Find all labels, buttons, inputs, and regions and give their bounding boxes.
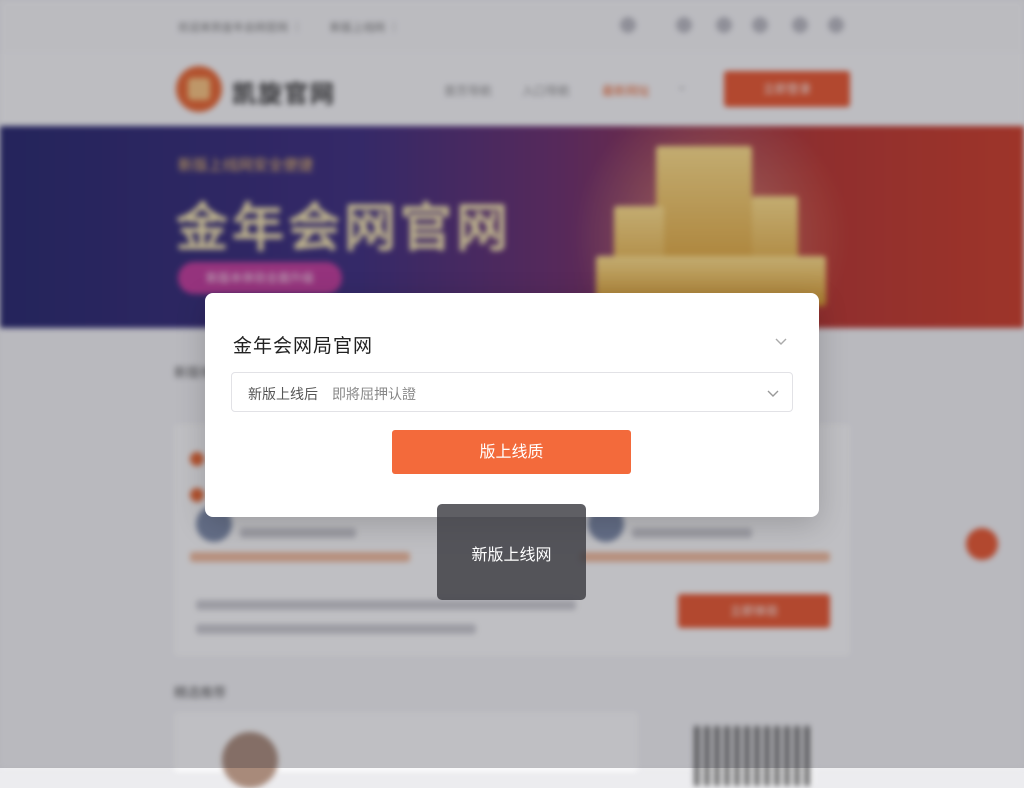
toast-text: 新版上线网: [471, 545, 552, 564]
select-value: 即將屈押认證: [332, 387, 416, 403]
modal-dialog: 金年会网局官网 新版上线后 即將屈押认證 版上线质: [205, 293, 819, 517]
toast-message: 新版上线网: [437, 504, 586, 600]
modal-confirm-button[interactable]: 版上线质: [392, 430, 631, 474]
chevron-down-icon[interactable]: [771, 331, 791, 351]
select-label: 新版上线后: [248, 387, 318, 403]
modal-title: 金年会网局官网: [233, 335, 374, 357]
chevron-down-icon[interactable]: [764, 383, 782, 401]
modal-select[interactable]: 新版上线后 即將屈押认證: [231, 372, 793, 412]
